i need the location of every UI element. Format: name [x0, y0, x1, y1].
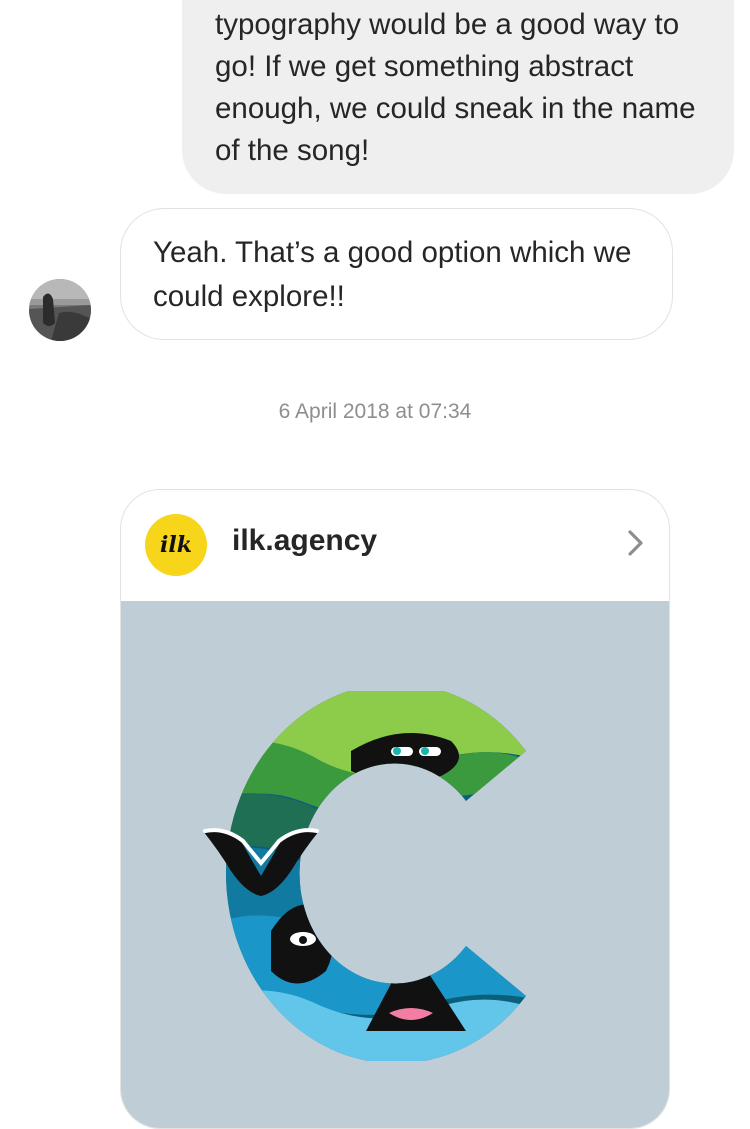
outgoing-message-bubble[interactable]: typography would be a good way to go! If…	[182, 0, 734, 194]
shared-post-image[interactable]	[121, 601, 669, 1128]
shared-post-card[interactable]: ilk ilk.agency	[120, 489, 670, 1129]
shared-post-header[interactable]: ilk ilk.agency	[121, 490, 669, 601]
avatar-photo-icon	[29, 279, 91, 341]
outgoing-message-text: typography would be a good way to go! If…	[215, 8, 696, 167]
contact-avatar[interactable]	[29, 279, 91, 341]
incoming-message-bubble[interactable]: Yeah. That’s a good option which we coul…	[120, 208, 673, 340]
account-logo-icon[interactable]: ilk	[145, 514, 207, 576]
incoming-message-text: Yeah. That’s a good option which we coul…	[153, 236, 632, 313]
chevron-right-icon[interactable]	[625, 528, 647, 558]
shared-post-username[interactable]: ilk.agency	[232, 524, 377, 558]
message-timestamp: 6 April 2018 at 07:34	[278, 400, 472, 423]
letter-c-illustration	[203, 691, 526, 1061]
